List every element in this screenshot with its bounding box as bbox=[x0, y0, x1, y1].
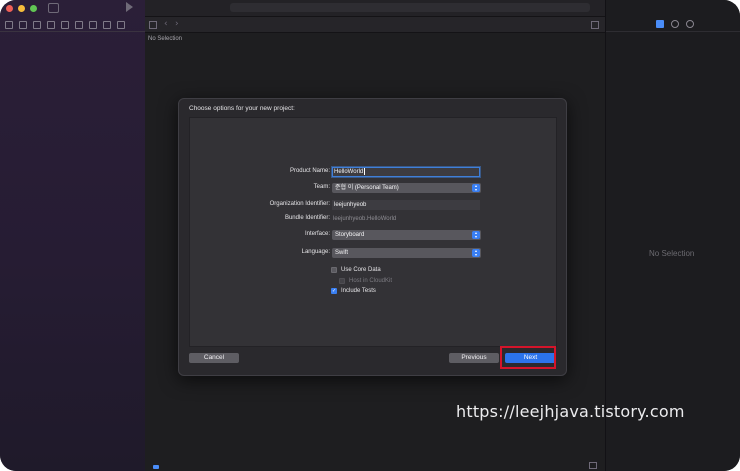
file-inspector-icon[interactable] bbox=[656, 20, 664, 28]
language-row: Language: Swift ▴ ▾ bbox=[190, 248, 556, 259]
history-icon[interactable] bbox=[671, 20, 679, 28]
watermark-text: https://leejhjava.tistory.com bbox=[456, 402, 685, 421]
previous-button[interactable]: Previous bbox=[449, 353, 499, 363]
debug-icon[interactable] bbox=[89, 20, 97, 29]
new-project-dialog: Choose options for your new project: Pro… bbox=[178, 98, 567, 376]
activity-field bbox=[230, 3, 590, 12]
window-controls bbox=[6, 5, 37, 12]
use-core-data-label: Use Core Data bbox=[341, 266, 381, 273]
report-icon[interactable] bbox=[117, 20, 125, 29]
interface-select[interactable]: Storyboard ▴ ▾ bbox=[332, 230, 481, 240]
chevron-updown-icon: ▴ ▾ bbox=[472, 231, 480, 239]
include-tests-label: Include Tests bbox=[341, 287, 376, 294]
zoom-window-button[interactable] bbox=[30, 5, 37, 12]
product-name-value: HelloWorld bbox=[334, 169, 364, 176]
bundle-identifier-label: Bundle Identifier: bbox=[284, 215, 330, 221]
use-core-data-checkbox[interactable] bbox=[331, 266, 337, 273]
team-row: Team: 준협 이 (Personal Team) ▴ ▾ bbox=[190, 183, 556, 194]
navigator-tabs bbox=[0, 18, 145, 32]
sidebar-toggle-icon[interactable] bbox=[48, 3, 59, 13]
test-icon[interactable] bbox=[75, 20, 83, 29]
symbol-icon[interactable] bbox=[33, 20, 41, 29]
run-icon[interactable] bbox=[126, 2, 133, 12]
editor-status-text: No Selection bbox=[148, 36, 183, 42]
interface-label: Interface: bbox=[304, 231, 330, 237]
product-name-row: Product Name: HelloWorld bbox=[190, 167, 556, 178]
interface-row: Interface: Storyboard ▴ ▾ bbox=[190, 230, 556, 241]
inspector-status-text: No Selection bbox=[649, 249, 695, 258]
next-button-highlight bbox=[500, 346, 556, 369]
chevron-left-icon[interactable]: ‹ bbox=[164, 19, 168, 29]
host-in-cloudkit-label: Host in CloudKit bbox=[349, 277, 393, 284]
panel-toggle-icon[interactable] bbox=[589, 462, 597, 469]
grid-icon[interactable] bbox=[149, 21, 157, 29]
host-in-cloudkit-option[interactable]: Host in CloudKit bbox=[339, 276, 392, 285]
organization-identifier-row: Organization Identifier: leejunhyeob bbox=[190, 200, 556, 211]
product-name-label: Product Name: bbox=[289, 168, 330, 174]
include-tests-checkbox[interactable]: ✓ bbox=[331, 287, 337, 294]
bundle-identifier-value: leejunhyeob.HelloWorld bbox=[333, 216, 397, 222]
chevron-right-icon[interactable]: › bbox=[175, 19, 179, 29]
toolbar bbox=[145, 0, 605, 16]
team-select[interactable]: 준협 이 (Personal Team) ▴ ▾ bbox=[332, 183, 481, 193]
organization-identifier-label: Organization Identifier: bbox=[269, 201, 330, 207]
editor-jump-bar: ‹ › bbox=[145, 16, 605, 33]
navigator-sidebar bbox=[0, 0, 146, 471]
options-panel: Product Name: HelloWorld Team: 준협 이 (Per… bbox=[189, 117, 557, 347]
help-icon[interactable] bbox=[686, 20, 694, 28]
editor-options-icon[interactable] bbox=[591, 21, 599, 29]
source-control-icon[interactable] bbox=[19, 20, 27, 29]
interface-value: Storyboard bbox=[335, 232, 365, 238]
chevron-updown-icon: ▴ ▾ bbox=[472, 184, 480, 192]
organization-identifier-input[interactable]: leejunhyeob bbox=[332, 200, 480, 210]
host-in-cloudkit-checkbox[interactable] bbox=[339, 277, 345, 284]
breakpoint-icon[interactable] bbox=[103, 20, 111, 29]
include-tests-option[interactable]: ✓ Include Tests bbox=[331, 286, 376, 295]
search-icon[interactable] bbox=[47, 20, 55, 29]
text-caret bbox=[364, 168, 366, 175]
close-window-button[interactable] bbox=[6, 5, 13, 12]
language-label: Language: bbox=[301, 249, 330, 255]
inspector-panel: No Selection bbox=[605, 0, 740, 471]
chevron-updown-icon: ▴ ▾ bbox=[472, 249, 480, 257]
team-value: 준협 이 (Personal Team) bbox=[335, 185, 399, 191]
cancel-button[interactable]: Cancel bbox=[189, 353, 239, 363]
use-core-data-option[interactable]: Use Core Data bbox=[331, 265, 381, 274]
folder-icon[interactable] bbox=[5, 20, 13, 29]
team-label: Team: bbox=[313, 184, 330, 190]
filter-icon[interactable] bbox=[153, 465, 159, 469]
xcode-window: ‹ › No Selection No Selection Choose opt… bbox=[0, 0, 740, 471]
language-value: Swift bbox=[335, 250, 349, 256]
minimize-window-button[interactable] bbox=[18, 5, 25, 12]
dialog-title: Choose options for your new project: bbox=[189, 105, 295, 112]
language-select[interactable]: Swift ▴ ▾ bbox=[332, 248, 481, 258]
bundle-identifier-row: Bundle Identifier: leejunhyeob.HelloWorl… bbox=[190, 214, 556, 225]
warning-icon[interactable] bbox=[61, 20, 69, 29]
product-name-input[interactable]: HelloWorld bbox=[332, 167, 480, 177]
